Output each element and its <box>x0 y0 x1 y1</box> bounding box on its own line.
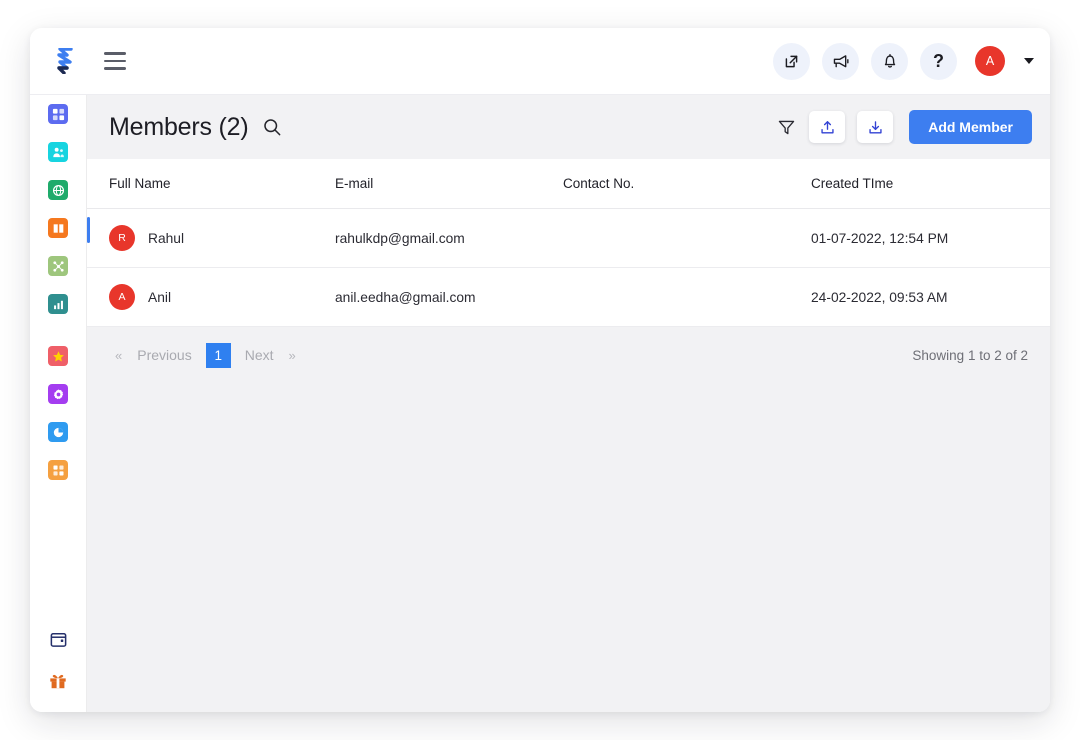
bar-chart-icon <box>53 300 63 309</box>
question-mark-icon: ? <box>933 51 944 71</box>
lightning-logo-icon <box>57 48 73 74</box>
calendar-icon <box>50 632 66 647</box>
sidebar-item-reports[interactable] <box>48 294 68 314</box>
globe-network-icon <box>52 184 64 196</box>
pagination-next-button[interactable]: Next <box>236 344 283 366</box>
content-area: Members (2) Add Member Full Name E-mail … <box>87 95 1050 712</box>
filter-funnel-icon <box>778 120 794 134</box>
hamburger-line <box>104 52 126 55</box>
announcements-button[interactable] <box>822 42 859 80</box>
megaphone-icon <box>833 54 849 67</box>
app-window: ? A Members (2) Add Member Full Name E-m… <box>30 28 1050 712</box>
search-button[interactable] <box>261 116 283 138</box>
sidebar-item-share[interactable] <box>48 256 68 276</box>
members-group-icon <box>52 147 64 157</box>
hamburger-menu-icon[interactable] <box>98 44 132 78</box>
sidebar-item-members[interactable] <box>48 142 68 162</box>
active-section-accent-bar <box>87 217 90 243</box>
cell-email: anil.eedha@gmail.com <box>335 267 563 327</box>
column-header-created-time[interactable]: Created TIme <box>811 159 1050 209</box>
cell-created-time: 24-02-2022, 09:53 AM <box>811 267 1050 327</box>
sidebar-item-analytics[interactable] <box>48 422 68 442</box>
open-book-icon <box>53 223 63 233</box>
avatar: R <box>109 225 135 251</box>
left-sidebar <box>30 95 87 712</box>
table-head: Full Name E-mail Contact No. Created TIm… <box>87 159 1050 209</box>
apps-grid-icon <box>52 464 64 476</box>
sidebar-item-rewards[interactable] <box>47 670 69 692</box>
search-icon <box>263 119 280 136</box>
cell-contact <box>563 267 811 327</box>
grid-dashboard-icon <box>52 108 64 120</box>
member-name-cell: A Anil <box>109 284 327 310</box>
pagination-bar: « Previous 1 Next » Showing 1 to 2 of 2 <box>87 327 1050 383</box>
column-header-full-name[interactable]: Full Name <box>87 159 335 209</box>
export-button[interactable] <box>857 111 894 143</box>
pagination-first-button[interactable]: « <box>109 345 128 366</box>
app-body: Members (2) Add Member Full Name E-mail … <box>30 95 1050 712</box>
page-title: Members (2) <box>109 112 249 141</box>
import-button[interactable] <box>809 111 846 143</box>
member-name: Anil <box>148 289 172 305</box>
page-actions: Add Member <box>775 110 1032 144</box>
cell-contact <box>563 208 811 268</box>
cell-email: rahulkdp@gmail.com <box>335 208 563 268</box>
upload-icon <box>821 120 834 133</box>
hamburger-line <box>104 59 126 63</box>
sidebar-item-network[interactable] <box>48 180 68 200</box>
pagination-last-button[interactable]: » <box>283 345 302 366</box>
hamburger-line <box>104 67 126 70</box>
sidebar-item-dashboard[interactable] <box>48 104 68 124</box>
external-link-button[interactable] <box>773 42 810 80</box>
external-link-icon <box>785 55 798 67</box>
sidebar-item-calendar[interactable] <box>47 628 69 650</box>
table-body: R Rahul rahulkdp@gmail.com 01-07-2022, 1… <box>87 208 1050 327</box>
avatar[interactable]: A <box>975 46 1005 76</box>
members-table: Full Name E-mail Contact No. Created TIm… <box>87 159 1050 327</box>
cell-created-time: 01-07-2022, 12:54 PM <box>811 208 1050 268</box>
sidebar-item-library[interactable] <box>48 218 68 238</box>
page-header: Members (2) Add Member <box>87 95 1050 159</box>
sidebar-bottom-group <box>47 628 69 712</box>
topbar-actions: ? A <box>773 42 1034 80</box>
pie-chart-icon <box>53 427 63 437</box>
content-empty-space <box>87 383 1050 712</box>
table-row[interactable]: A Anil anil.eedha@gmail.com 24-02-2022, … <box>87 267 1050 327</box>
member-name-cell: R Rahul <box>109 225 327 251</box>
sidebar-item-settings[interactable] <box>48 384 68 404</box>
pagination-summary: Showing 1 to 2 of 2 <box>912 347 1028 363</box>
download-icon <box>869 120 882 133</box>
members-table-card: Full Name E-mail Contact No. Created TIm… <box>87 159 1050 327</box>
column-header-email[interactable]: E-mail <box>335 159 563 209</box>
share-nodes-icon <box>52 260 64 272</box>
pagination-page-1[interactable]: 1 <box>205 342 231 368</box>
star-icon <box>52 350 64 362</box>
column-header-contact-no[interactable]: Contact No. <box>563 159 811 209</box>
sidebar-item-favorites[interactable] <box>48 346 68 366</box>
table-header-row: Full Name E-mail Contact No. Created TIm… <box>87 159 1050 209</box>
filter-button[interactable] <box>775 116 797 138</box>
member-name: Rahul <box>148 230 185 246</box>
sidebar-item-apps[interactable] <box>48 460 68 480</box>
cell-full-name: A Anil <box>87 267 335 327</box>
cell-full-name: R Rahul <box>87 208 335 268</box>
help-button[interactable]: ? <box>920 42 957 80</box>
chevron-down-icon[interactable] <box>1024 58 1034 64</box>
top-header-bar: ? A <box>30 28 1050 95</box>
pagination-controls: « Previous 1 Next » <box>109 342 302 368</box>
bell-icon <box>884 54 895 68</box>
add-member-button[interactable]: Add Member <box>909 110 1032 144</box>
table-row[interactable]: R Rahul rahulkdp@gmail.com 01-07-2022, 1… <box>87 208 1050 268</box>
gift-icon <box>50 674 66 689</box>
app-logo[interactable] <box>44 40 86 82</box>
pagination-previous-button[interactable]: Previous <box>128 344 200 366</box>
gear-icon <box>53 388 63 399</box>
avatar: A <box>109 284 135 310</box>
notifications-button[interactable] <box>871 42 908 80</box>
